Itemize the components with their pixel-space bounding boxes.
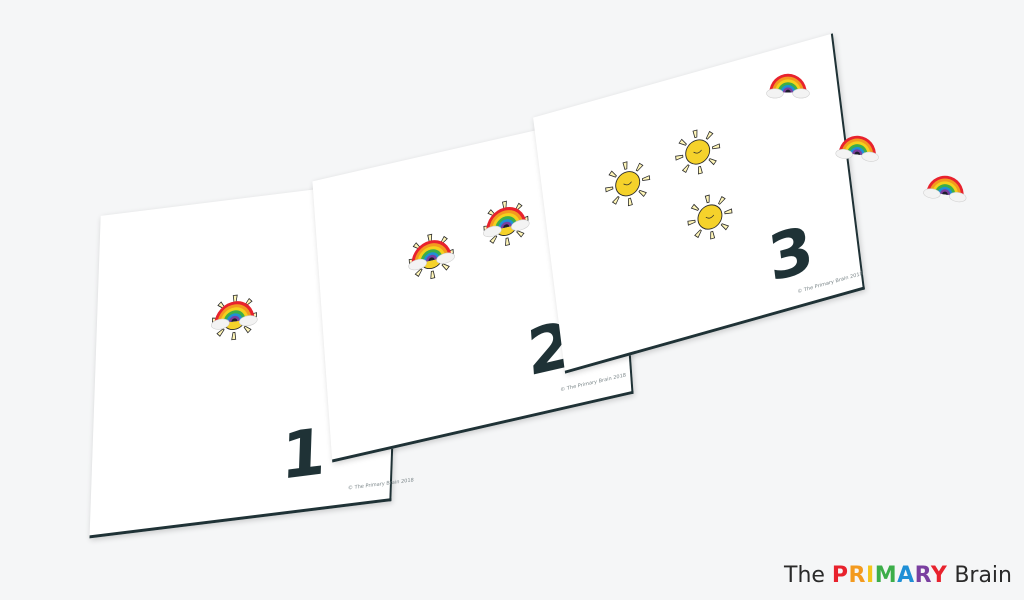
logo-the: The (784, 563, 825, 588)
logo-letter: A (897, 563, 915, 588)
rainbow-eraser (210, 298, 259, 331)
logo-letter: R (848, 563, 866, 588)
card-copyright: © The Primary Brain 2018 (347, 477, 414, 492)
sun-icon (602, 155, 653, 212)
photo-scene: 1 © The Primary Brain 2018 2 © The Prima… (0, 0, 1024, 600)
rainbow-eraser (766, 73, 810, 99)
card-number: 3 (764, 212, 818, 297)
rainbow-eraser (922, 172, 970, 204)
rainbow-eraser (835, 133, 881, 163)
brand-logo: The PRIMARY Brain (784, 563, 1012, 588)
logo-letter: Y (930, 563, 948, 588)
sun-icon (684, 189, 735, 246)
sun-icon (672, 123, 723, 180)
logo-primary: PRIMARY (832, 563, 947, 588)
card-number: 1 (280, 415, 328, 495)
logo-letter: P (831, 563, 849, 588)
logo-letter: M (874, 563, 898, 588)
logo-letter: I (866, 563, 875, 588)
logo-letter: R (914, 563, 931, 588)
logo-brain: Brain (954, 563, 1012, 588)
